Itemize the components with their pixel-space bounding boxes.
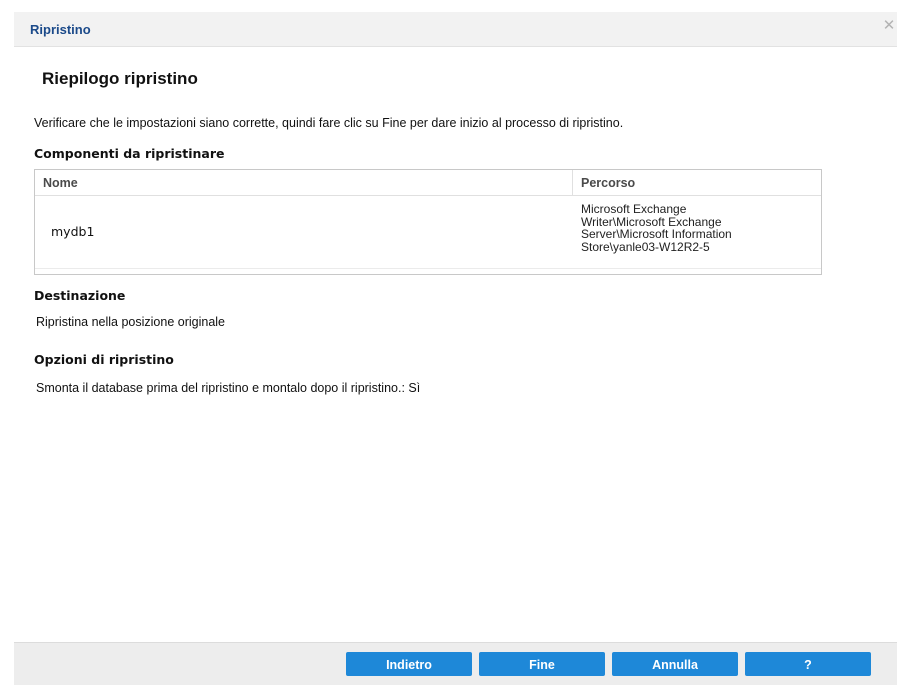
cancel-button[interactable]: Annulla [612,652,738,676]
finish-button[interactable]: Fine [479,652,605,676]
close-icon[interactable]: ✕ [881,18,897,34]
component-name: mydb1 [51,224,95,239]
column-header-path[interactable]: Percorso [581,176,635,190]
options-value: Smonta il database prima del ripristino … [36,381,421,395]
components-section-label: Componenti da ripristinare [34,146,225,161]
component-path-line: Microsoft Exchange [581,202,687,216]
component-path: Microsoft Exchange Writer\Microsoft Exch… [581,203,801,253]
table-row[interactable]: mydb1 Microsoft Exchange Writer\Microsof… [35,196,821,269]
components-table: Nome Percorso mydb1 Microsoft Exchange W… [34,169,822,275]
column-header-name[interactable]: Nome [43,176,78,190]
back-button[interactable]: Indietro [346,652,472,676]
column-divider [572,170,573,195]
destination-section-label: Destinazione [34,288,126,303]
table-header: Nome Percorso [35,170,821,196]
component-path-line: Server\Microsoft Information [581,227,732,241]
destination-value: Ripristina nella posizione originale [36,315,225,329]
component-path-line: Store\yanle03-W12R2-5 [581,239,710,254]
options-section-label: Opzioni di ripristino [34,352,174,367]
dialog-titlebar: Ripristino [14,12,897,47]
summary-heading: Riepilogo ripristino [42,69,198,88]
summary-intro: Verificare che le impostazioni siano cor… [34,116,624,130]
help-button[interactable]: ? [745,652,871,676]
dialog-title: Ripristino [30,22,91,37]
restore-dialog: Ripristino ✕ Riepilogo ripristino Verifi… [14,12,897,685]
dialog-footer: Indietro Fine Annulla ? [14,642,897,685]
